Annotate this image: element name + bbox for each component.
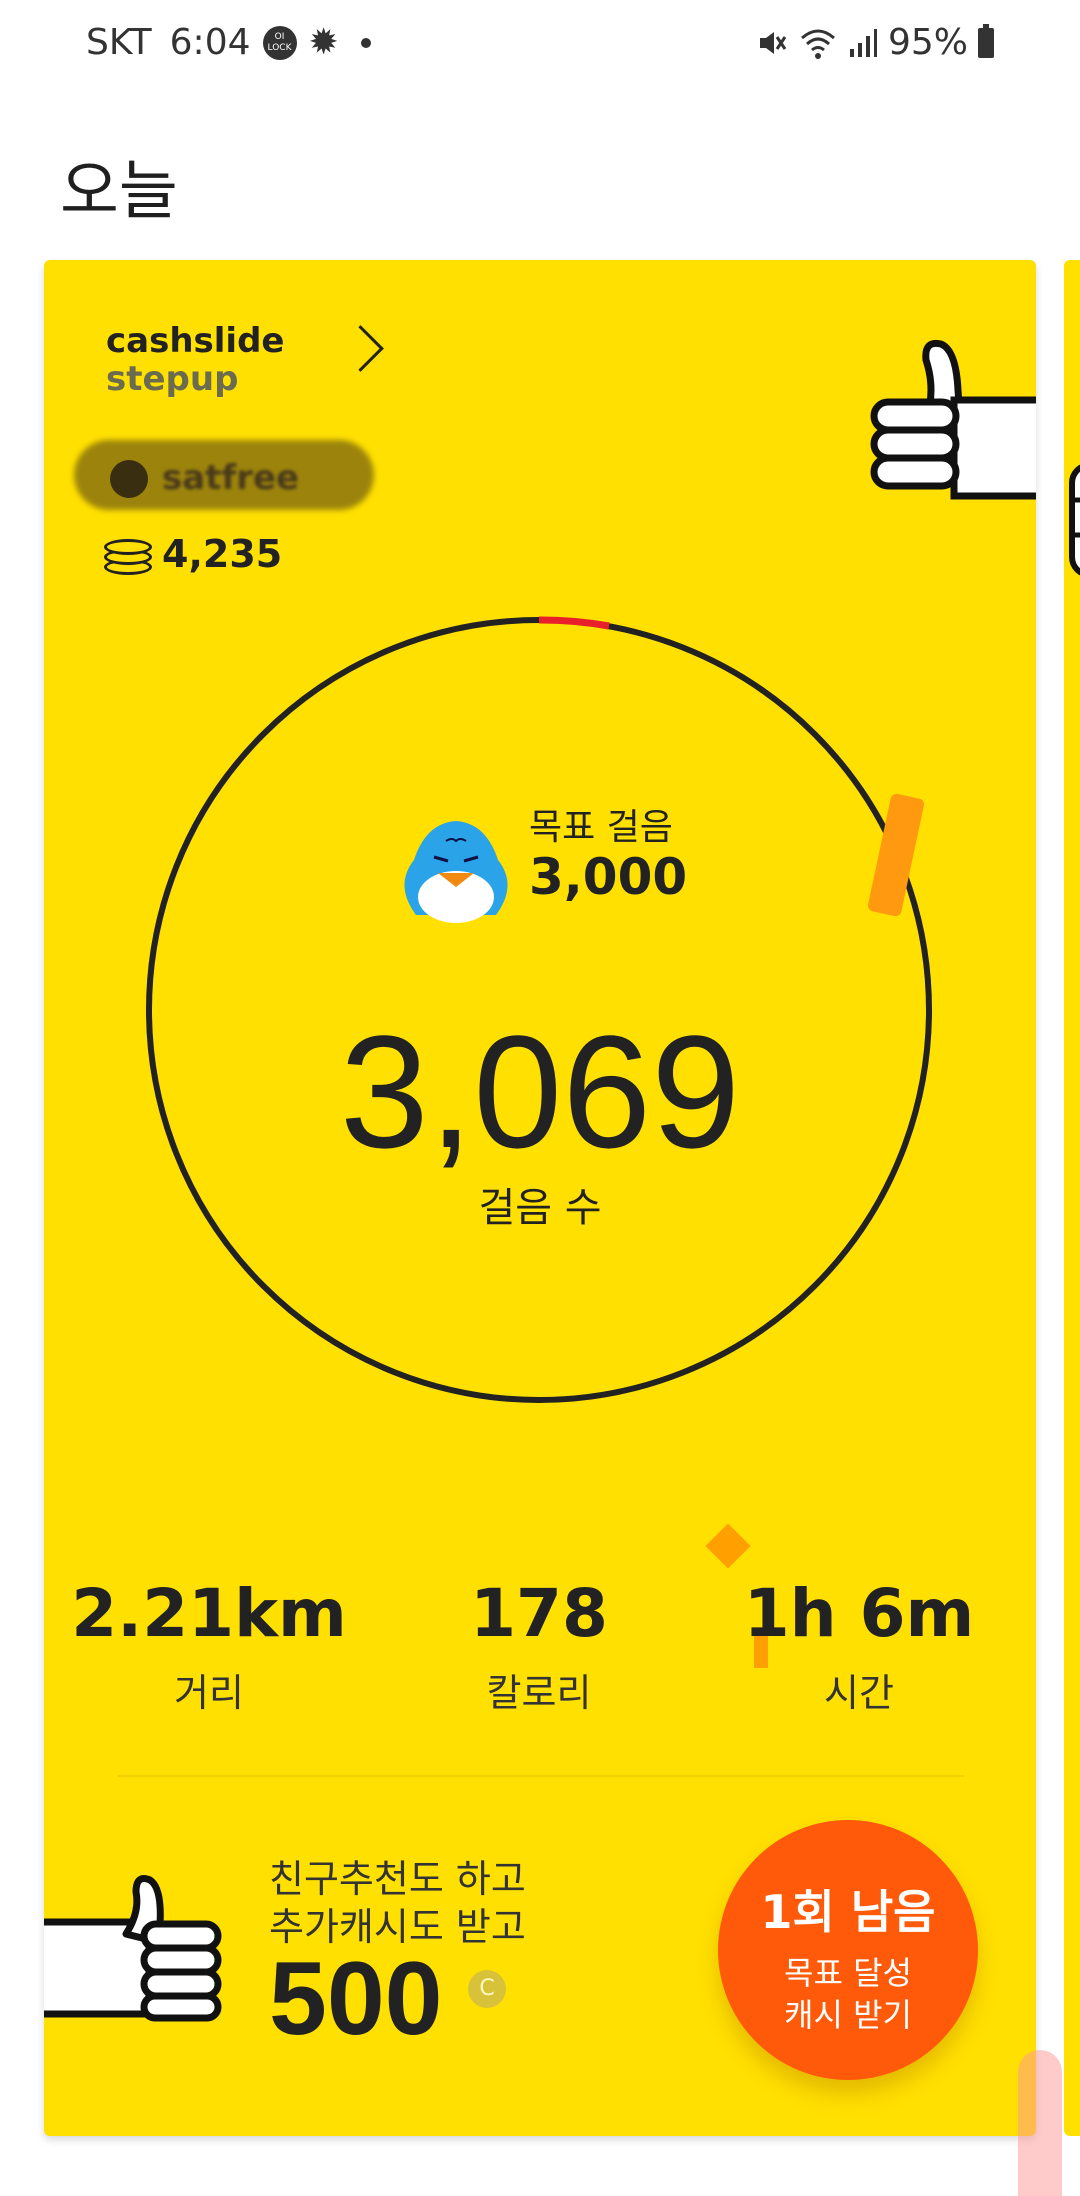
chevron-right-icon[interactable] [337,325,384,372]
thumbs-up-icon [870,339,1036,500]
promo-line-1: 친구추천도 하고 [269,1857,526,1901]
goal-value: 3,000 [529,848,688,906]
wifi-icon [800,29,835,59]
divider [118,1775,964,1777]
stat-distance: 2.21km 거리 [44,1575,374,1717]
touch-indicator [1018,2050,1062,2196]
stat-calories: 178 칼로리 [374,1575,704,1717]
cta-line-2: 목표 달성 [784,1954,912,1992]
stat-time: 1h 6m 시간 [694,1575,1024,1717]
stat-value: 2.21km [71,1575,347,1652]
cash-currency-icon: C [468,1970,506,2008]
cta-remaining: 1회 남음 [760,1885,936,1939]
avatar [110,460,148,498]
brand-link[interactable]: cashslide stepup [106,322,284,398]
thumbs-up-icon [1069,464,1080,576]
status-right: 95% [754,22,994,63]
mute-icon [759,31,787,54]
status-left: SKT 6:04 OI LOCK ✹ [86,22,371,63]
coins-icon [104,535,152,575]
dot-icon [360,37,371,48]
signal-icon [849,28,877,57]
status-bar: SKT 6:04 OI LOCK ✹ 95% [0,0,1080,90]
coin-balance: 4,235 [104,532,282,576]
step-count-label: 걸음 수 [478,1185,602,1231]
carrier-label: SKT [86,22,152,63]
page-title: 오늘 [60,155,178,229]
lock-icon: OI LOCK [262,25,297,60]
brand-name: cashslide [106,321,285,361]
step-count: 3,069 [339,1002,741,1181]
promo-value: 500 [269,1941,443,2057]
gear-icon: ✹ [308,22,339,63]
stat-label: 시간 [824,1671,894,1715]
stat-value: 178 [470,1575,608,1652]
stat-label: 칼로리 [486,1671,592,1715]
battery-percent: 95% [887,22,968,63]
confetti-decoration [705,1523,751,1569]
clock: 6:04 [169,22,251,63]
penguin-mascot-icon [404,821,508,923]
battery-icon [978,23,994,58]
goal-label: 목표 걸음 [529,807,673,848]
next-card-peek[interactable] [1064,260,1080,2136]
coin-value: 4,235 [162,532,283,576]
claim-cash-button[interactable]: 1회 남음 목표 달성 캐시 받기 [718,1820,978,2080]
stat-value: 1h 6m [743,1575,975,1652]
brand-subname: stepup [106,359,239,399]
stat-label: 거리 [174,1671,244,1715]
thumbs-up-icon [44,1875,222,2022]
user-name: satfree [162,458,300,498]
steps-card[interactable]: cashslide stepup satfree 4,235 목표 걸음 3,0… [44,260,1036,2136]
cta-line-3: 캐시 받기 [784,1996,912,2034]
